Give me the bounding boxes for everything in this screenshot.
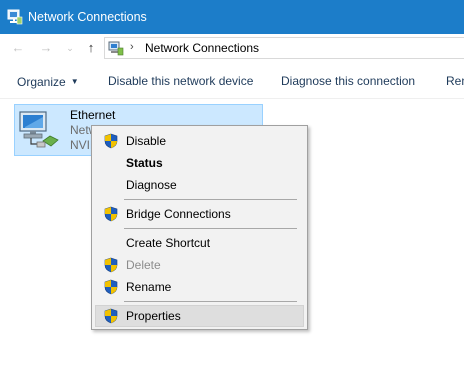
- address-bar-row: ← → ⌄ ↑ › Network Connections: [0, 34, 464, 64]
- menu-item-properties[interactable]: Properties: [95, 305, 304, 327]
- diagnose-connection-button[interactable]: Diagnose this connection: [281, 74, 415, 89]
- organize-button[interactable]: Organize ▼: [17, 74, 79, 90]
- uac-shield-icon: [104, 308, 118, 324]
- ethernet-adapter-icon: [19, 111, 59, 148]
- recent-dropdown-icon[interactable]: ⌄: [63, 41, 77, 55]
- uac-shield-icon: [104, 206, 118, 222]
- menu-separator: [124, 199, 297, 200]
- uac-shield-icon: [104, 257, 118, 273]
- title-bar: Network Connections: [0, 0, 464, 34]
- rename-connection-button[interactable]: Ren: [446, 74, 464, 89]
- menu-item-label: Rename: [126, 280, 172, 294]
- menu-item-label: Delete: [126, 258, 161, 272]
- context-menu: Disable Status Diagnose Bridge Connectio…: [91, 125, 308, 330]
- forward-arrow-icon[interactable]: →: [39, 41, 53, 55]
- menu-separator: [124, 301, 297, 302]
- uac-shield-icon: [104, 133, 118, 149]
- connection-name: Ethernet: [70, 108, 116, 122]
- menu-item-diagnose[interactable]: Diagnose: [95, 174, 304, 196]
- uac-shield-icon: [104, 279, 118, 295]
- menu-item-delete: Delete: [95, 254, 304, 276]
- up-arrow-icon[interactable]: ↑: [84, 41, 98, 55]
- menu-item-label: Properties: [126, 309, 181, 323]
- connection-device: NVID: [70, 138, 92, 152]
- menu-item-label: Diagnose: [126, 178, 177, 192]
- menu-item-label: Bridge Connections: [126, 207, 231, 221]
- menu-item-label: Disable: [126, 134, 167, 148]
- menu-item-status[interactable]: Status: [95, 152, 304, 174]
- chevron-down-icon: ▼: [70, 77, 79, 86]
- back-arrow-icon[interactable]: ←: [11, 41, 25, 55]
- address-input[interactable]: › Network Connections: [104, 37, 464, 59]
- network-connections-icon: [108, 41, 124, 56]
- command-toolbar: Organize ▼ Disable this network device Di…: [0, 64, 464, 99]
- menu-item-label: Create Shortcut: [126, 236, 211, 250]
- menu-item-rename[interactable]: Rename: [95, 276, 304, 298]
- menu-separator: [124, 228, 297, 229]
- breadcrumb-location[interactable]: Network Connections: [145, 41, 259, 56]
- menu-item-bridge-connections[interactable]: Bridge Connections: [95, 203, 304, 225]
- menu-item-label: Status: [126, 156, 163, 170]
- organize-label: Organize: [17, 75, 66, 89]
- network-connections-icon: [7, 9, 23, 25]
- disable-device-button[interactable]: Disable this network device: [108, 74, 253, 89]
- menu-item-create-shortcut[interactable]: Create Shortcut: [95, 232, 304, 254]
- menu-item-disable[interactable]: Disable: [95, 130, 304, 152]
- breadcrumb-separator: ›: [130, 41, 134, 53]
- window-title: Network Connections: [28, 10, 147, 24]
- connection-status: Netw: [70, 123, 92, 137]
